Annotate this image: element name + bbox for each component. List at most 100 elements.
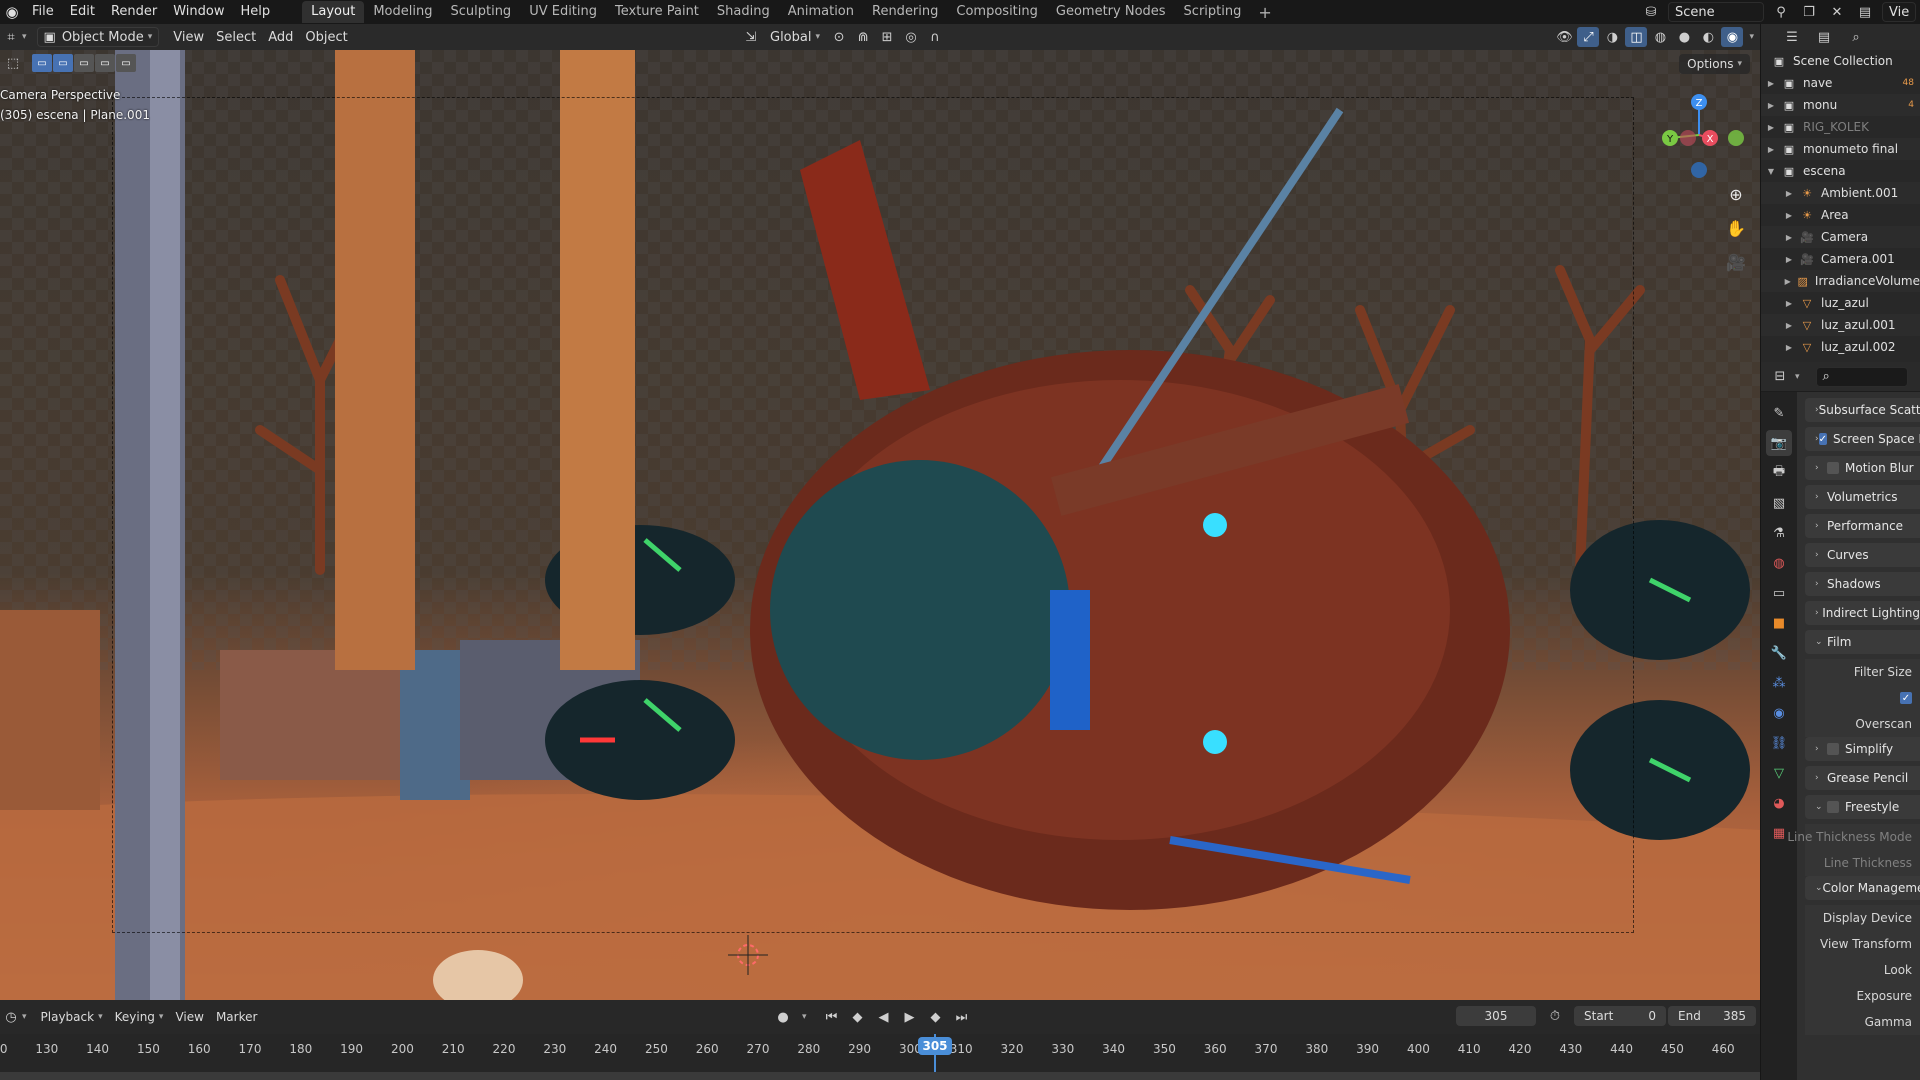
outliner-row[interactable]: ▶ ☀ Area xyxy=(1761,204,1920,226)
start-frame-field[interactable]: Start 0 xyxy=(1574,1006,1666,1026)
outliner-row[interactable]: ▶ ▣ monumeto final xyxy=(1761,138,1920,160)
navigation-gizmo[interactable]: Z Y X xyxy=(1654,90,1744,180)
property-panel-header[interactable]: ›Subsurface Scattering xyxy=(1805,398,1920,422)
particles-tab-icon[interactable]: ⁂ xyxy=(1766,670,1792,696)
expand-right-icon[interactable]: ▶ xyxy=(1765,145,1777,154)
outliner-row[interactable]: ▼ ▣ escena xyxy=(1761,160,1920,182)
timeline-scrollbar[interactable] xyxy=(0,1072,1760,1080)
pin-icon[interactable]: ⚲ xyxy=(1770,2,1792,22)
expand-right-icon[interactable]: ▶ xyxy=(1783,321,1795,330)
properties-search-field[interactable]: ⌕ xyxy=(1815,366,1908,387)
tab-layout[interactable]: Layout xyxy=(302,1,365,23)
current-frame-field[interactable]: 305 xyxy=(1456,1006,1536,1026)
jump-start-icon[interactable]: ⏮ xyxy=(821,1007,843,1027)
physics-tab-icon[interactable]: ◉ xyxy=(1766,700,1792,726)
zoom-icon[interactable]: ⊕ xyxy=(1722,180,1750,208)
outliner-row[interactable]: ▶ 🎥 Camera xyxy=(1761,226,1920,248)
tab-shading[interactable]: Shading xyxy=(708,1,779,23)
menu-edit[interactable]: Edit xyxy=(62,0,103,24)
outliner-row[interactable]: ▶ ▣ monu 4 xyxy=(1761,94,1920,116)
select-box-icon[interactable]: ▭ xyxy=(32,54,52,72)
tab-texture-paint[interactable]: Texture Paint xyxy=(606,1,708,23)
tool-tab-icon[interactable]: ✎ xyxy=(1766,400,1792,426)
menu-window[interactable]: Window xyxy=(165,0,232,24)
rendered-shading-icon[interactable]: ◉ xyxy=(1721,27,1744,47)
expand-right-icon[interactable]: ▶ xyxy=(1765,101,1777,110)
tab-sculpting[interactable]: Sculpting xyxy=(441,1,520,23)
material-shading-icon[interactable]: ◐ xyxy=(1697,27,1719,47)
expand-right-icon[interactable]: ▶ xyxy=(1783,189,1795,198)
expand-right-icon[interactable]: ▶ xyxy=(1783,211,1795,220)
jump-end-icon[interactable]: ⏭ xyxy=(951,1007,973,1027)
world-tab-icon[interactable]: ◍ xyxy=(1766,550,1792,576)
solid-shading-icon[interactable]: ● xyxy=(1673,27,1695,47)
options-dropdown[interactable]: Options ▾ xyxy=(1679,54,1750,74)
close-icon[interactable]: ✕ xyxy=(1826,2,1848,22)
properties-editor-icon[interactable]: ⊟ xyxy=(1769,367,1791,387)
wireframe-shading-icon[interactable]: ◍ xyxy=(1649,27,1671,47)
enable-checkbox[interactable] xyxy=(1827,462,1839,474)
material-tab-icon[interactable]: ◕ xyxy=(1766,790,1792,816)
tool-icon[interactable]: ⬚ xyxy=(2,53,24,73)
tab-rendering[interactable]: Rendering xyxy=(863,1,947,23)
tab-compositing[interactable]: Compositing xyxy=(947,1,1047,23)
outliner-row[interactable]: ▶ 🎥 Camera.001 xyxy=(1761,248,1920,270)
chevron-down-icon[interactable]: ▾ xyxy=(22,32,27,42)
property-panel-header[interactable]: › Volumetrics xyxy=(1805,485,1920,509)
pan-hand-icon[interactable]: ✋ xyxy=(1722,214,1750,242)
menu-add[interactable]: Add xyxy=(262,27,299,47)
menu-select[interactable]: Select xyxy=(210,27,262,47)
expand-right-icon[interactable]: ▶ xyxy=(1783,343,1795,352)
record-icon[interactable]: ● xyxy=(772,1007,794,1027)
property-panel-header[interactable]: › Shadows xyxy=(1805,572,1920,596)
constraints-tab-icon[interactable]: ⛓ xyxy=(1766,730,1792,756)
add-workspace-icon[interactable]: + xyxy=(1250,3,1279,22)
outliner-row[interactable]: ▶ ▣ nave 48 xyxy=(1761,72,1920,94)
gizmo-toggle-icon[interactable]: ⤢ xyxy=(1577,27,1600,47)
playback-menu[interactable]: Playback ▾ xyxy=(35,1007,109,1027)
chevron-down-icon[interactable]: ▾ xyxy=(22,1012,27,1022)
falloff-icon[interactable]: ∩ xyxy=(924,27,946,47)
outliner-row[interactable]: ▶ ▽ luz_azul.002 xyxy=(1761,336,1920,358)
next-keyframe-icon[interactable]: ◆ xyxy=(925,1007,947,1027)
chevron-down-icon[interactable]: ▾ xyxy=(1795,372,1800,382)
property-panel-header[interactable]: ⌄ Film xyxy=(1805,630,1920,654)
editor-type-icon[interactable]: ◷ xyxy=(0,1007,22,1027)
play-icon[interactable]: ▶ xyxy=(899,1007,921,1027)
enable-checkbox[interactable] xyxy=(1827,801,1839,813)
expand-right-icon[interactable]: ▶ xyxy=(1783,299,1795,308)
expand-right-icon[interactable]: ▶ xyxy=(1783,233,1795,242)
property-panel-header[interactable]: › Motion Blur xyxy=(1805,456,1920,480)
property-panel-header[interactable]: › Indirect Lighting xyxy=(1805,601,1920,625)
menu-file[interactable]: File xyxy=(24,0,62,24)
object-tab-icon[interactable]: ■ xyxy=(1766,610,1792,636)
outliner-row[interactable]: ▶ ▽ luz_azul.001 xyxy=(1761,314,1920,336)
visibility-icon[interactable]: 👁 xyxy=(1553,27,1575,47)
modifier-tab-icon[interactable]: 🔧 xyxy=(1766,640,1792,666)
collection-tab-icon[interactable]: ▭ xyxy=(1766,580,1792,606)
output-tab-icon[interactable]: 🖶 xyxy=(1766,460,1792,486)
select-invert-icon[interactable]: ▭ xyxy=(95,54,115,72)
enable-checkbox[interactable]: ✓ xyxy=(1818,433,1827,445)
view-layer-icon[interactable]: ▤ xyxy=(1854,2,1876,22)
data-tab-icon[interactable]: ▽ xyxy=(1766,760,1792,786)
filter-icon[interactable]: ▤ xyxy=(1813,27,1835,47)
property-panel-header[interactable]: ›✓Screen Space Reflections xyxy=(1805,427,1920,451)
overlay-icon[interactable]: ◑ xyxy=(1601,27,1623,47)
select-intersect-icon[interactable]: ▭ xyxy=(116,54,136,72)
menu-object[interactable]: Object xyxy=(299,27,353,47)
tab-modeling[interactable]: Modeling xyxy=(364,1,441,23)
play-reverse-icon[interactable]: ◀ xyxy=(873,1007,895,1027)
mode-dropdown[interactable]: ▣ Object Mode ▾ xyxy=(36,27,160,47)
prev-keyframe-icon[interactable]: ◆ xyxy=(847,1007,869,1027)
outliner-row[interactable]: ▶ ▣ RIG_KOLEK xyxy=(1761,116,1920,138)
menu-help[interactable]: Help xyxy=(233,0,279,24)
menu-view[interactable]: View xyxy=(167,27,210,47)
property-panel-header[interactable]: › Curves xyxy=(1805,543,1920,567)
end-frame-field[interactable]: End 385 xyxy=(1668,1006,1756,1026)
outliner-row[interactable]: ▶ ☀ Ambient.001 xyxy=(1761,182,1920,204)
menu-render[interactable]: Render xyxy=(103,0,165,24)
expand-right-icon[interactable]: ▶ xyxy=(1783,277,1792,286)
outliner-row[interactable]: ▶ ▽ luz_azul xyxy=(1761,292,1920,314)
property-panel-header[interactable]: › Grease Pencil xyxy=(1805,766,1920,790)
